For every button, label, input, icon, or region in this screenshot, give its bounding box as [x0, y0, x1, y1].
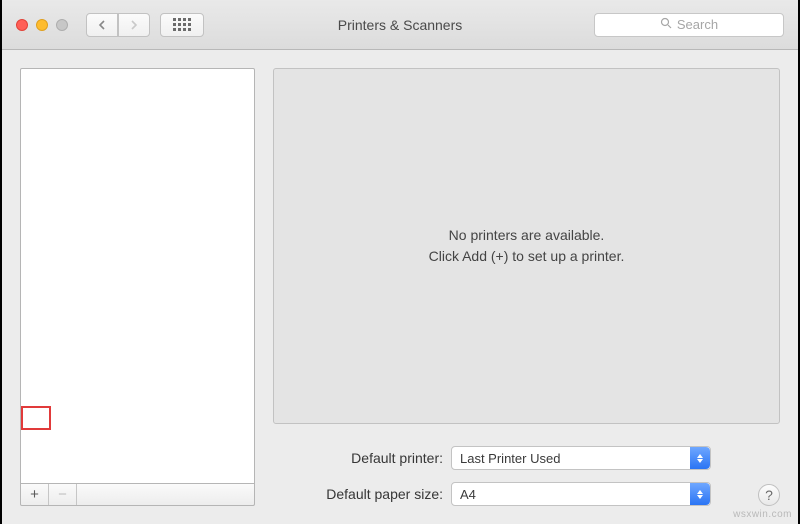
options-area: Default printer: Last Printer Used Defau…	[273, 446, 780, 506]
printer-list[interactable]	[20, 68, 255, 484]
remove-printer-button[interactable]: −	[49, 484, 77, 505]
show-all-button[interactable]	[160, 13, 204, 37]
window-controls	[16, 19, 68, 31]
zoom-window-button[interactable]	[56, 19, 68, 31]
back-button[interactable]	[86, 13, 118, 37]
stepper-icon	[690, 483, 710, 505]
plus-icon: +	[30, 486, 39, 503]
minimize-window-button[interactable]	[36, 19, 48, 31]
search-field[interactable]: Search	[594, 13, 784, 37]
stepper-icon	[690, 447, 710, 469]
default-printer-label: Default printer:	[273, 450, 443, 466]
help-icon: ?	[765, 487, 773, 503]
close-window-button[interactable]	[16, 19, 28, 31]
default-printer-select[interactable]: Last Printer Used	[451, 446, 711, 470]
minus-icon: −	[58, 486, 67, 503]
titlebar: Printers & Scanners Search	[2, 0, 798, 50]
empty-state-line1: No printers are available.	[449, 225, 605, 246]
default-paper-row: Default paper size: A4	[273, 482, 776, 506]
chevron-left-icon	[98, 20, 106, 30]
printer-list-column: + −	[20, 68, 255, 506]
grid-icon	[173, 18, 191, 31]
help-button[interactable]: ?	[758, 484, 780, 506]
default-paper-value: A4	[460, 487, 476, 502]
preferences-window: Printers & Scanners Search + − No printe…	[2, 0, 798, 524]
forward-button[interactable]	[118, 13, 150, 37]
chevron-right-icon	[130, 20, 138, 30]
watermark: wsxwin.com	[733, 509, 792, 520]
empty-state-line2: Click Add (+) to set up a printer.	[429, 246, 625, 267]
nav-segment	[86, 13, 150, 37]
list-controls: + −	[20, 484, 255, 506]
content-area: + − No printers are available. Click Add…	[2, 50, 798, 524]
detail-column: No printers are available. Click Add (+)…	[273, 68, 780, 506]
add-printer-button[interactable]: +	[21, 484, 49, 505]
search-icon	[660, 17, 672, 32]
search-placeholder: Search	[677, 17, 718, 32]
default-paper-label: Default paper size:	[273, 486, 443, 502]
default-paper-select[interactable]: A4	[451, 482, 711, 506]
default-printer-row: Default printer: Last Printer Used	[273, 446, 776, 470]
default-printer-value: Last Printer Used	[460, 451, 560, 466]
detail-panel: No printers are available. Click Add (+)…	[273, 68, 780, 424]
